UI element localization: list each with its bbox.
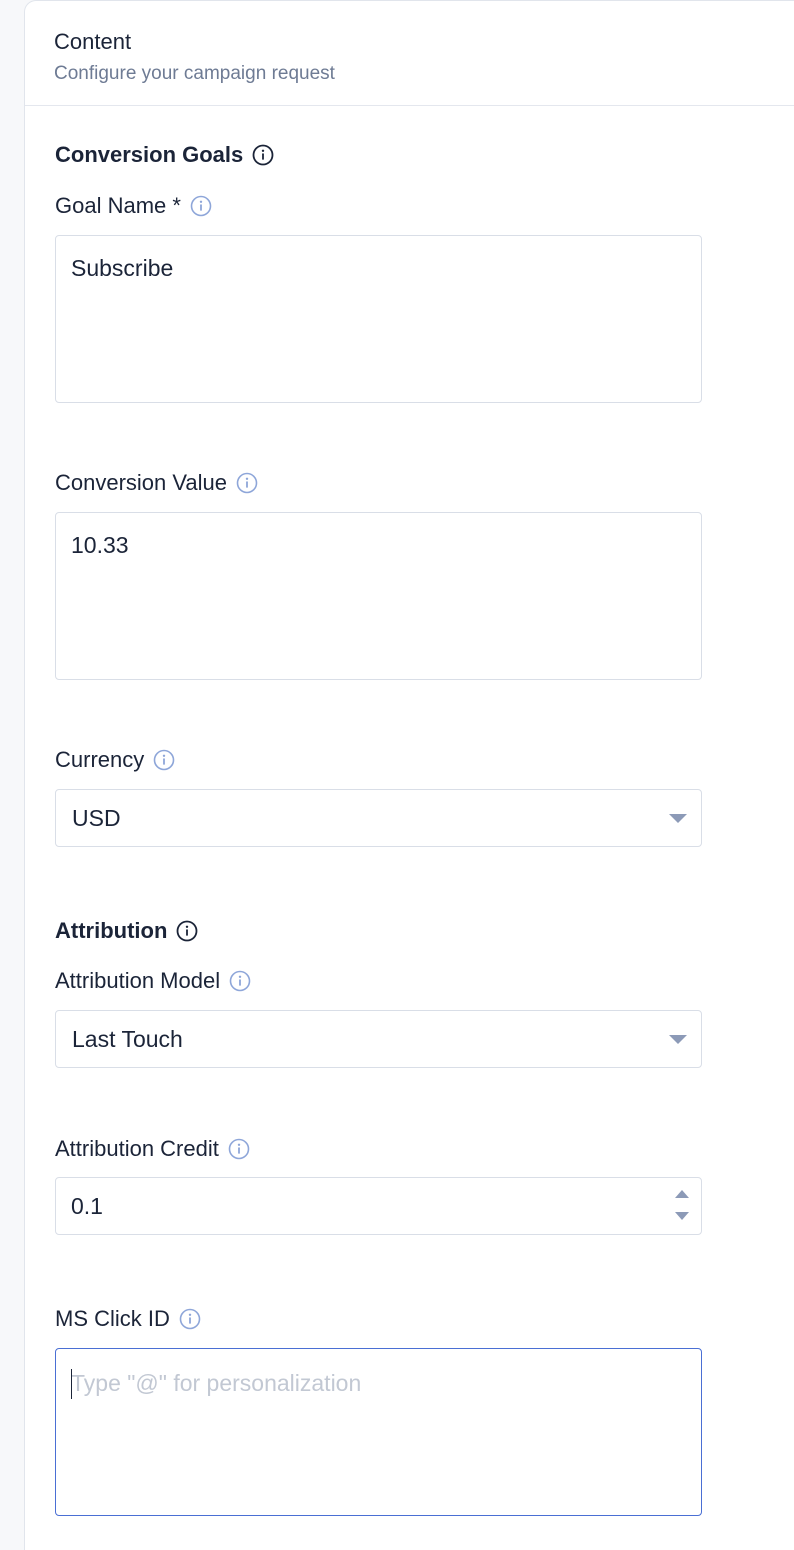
goal-name-field[interactable]: Subscribe: [55, 235, 702, 403]
attribution-model-label: Attribution Model: [55, 968, 251, 994]
quantity-stepper[interactable]: [675, 1190, 691, 1222]
conversion-goals-heading: Conversion Goals: [55, 142, 274, 168]
stepper-down-icon[interactable]: [675, 1212, 689, 1220]
currency-label: Currency: [55, 747, 175, 773]
attribution-model-selected-value: Last Touch: [72, 1026, 183, 1052]
goal-name-label-text: Goal Name *: [55, 193, 181, 218]
ms-click-id-label-text: MS Click ID: [55, 1306, 170, 1331]
text-caret: [71, 1369, 72, 1399]
ms-click-id-placeholder: Type "@" for personalization: [71, 1370, 362, 1396]
attribution-model-label-text: Attribution Model: [55, 968, 221, 993]
info-icon[interactable]: [176, 920, 198, 942]
stepper-up-icon[interactable]: [675, 1190, 689, 1198]
ms-click-id-field[interactable]: Type "@" for personalization: [55, 1348, 702, 1516]
ms-click-id-label: MS Click ID: [55, 1306, 201, 1332]
conversion-value-field[interactable]: 10.33: [55, 512, 702, 680]
attribution-title: Attribution: [55, 918, 168, 943]
currency-selected-value: USD: [72, 805, 121, 831]
attribution-credit-label-text: Attribution Credit: [55, 1136, 219, 1161]
conversion-value-value: 10.33: [71, 532, 129, 558]
goal-name-value: Subscribe: [71, 255, 174, 281]
panel-header: Content Configure your campaign request: [25, 1, 794, 106]
panel-subtitle: Configure your campaign request: [54, 63, 335, 84]
chevron-down-icon[interactable]: [669, 1035, 687, 1044]
info-icon[interactable]: [153, 749, 175, 771]
attribution-model-select[interactable]: Last Touch: [55, 1010, 702, 1068]
attribution-credit-input[interactable]: 0.1: [55, 1177, 702, 1235]
attribution-credit-value: 0.1: [71, 1193, 103, 1219]
attribution-heading: Attribution: [55, 918, 198, 944]
currency-select[interactable]: USD: [55, 789, 702, 847]
info-icon[interactable]: [228, 1138, 250, 1160]
info-icon[interactable]: [252, 144, 274, 166]
conversion-goals-title: Conversion Goals: [55, 142, 244, 167]
panel-title: Content: [54, 29, 132, 54]
conversion-value-label-text: Conversion Value: [55, 470, 228, 495]
currency-label-text: Currency: [55, 747, 145, 772]
chevron-down-icon[interactable]: [669, 814, 687, 823]
goal-name-label: Goal Name *: [55, 193, 212, 219]
conversion-value-label: Conversion Value: [55, 470, 258, 496]
info-icon[interactable]: [190, 195, 212, 217]
content-panel: Content Configure your campaign request …: [24, 0, 794, 1550]
attribution-credit-label: Attribution Credit: [55, 1136, 250, 1162]
info-icon[interactable]: [229, 970, 251, 992]
info-icon[interactable]: [179, 1308, 201, 1330]
info-icon[interactable]: [236, 472, 258, 494]
